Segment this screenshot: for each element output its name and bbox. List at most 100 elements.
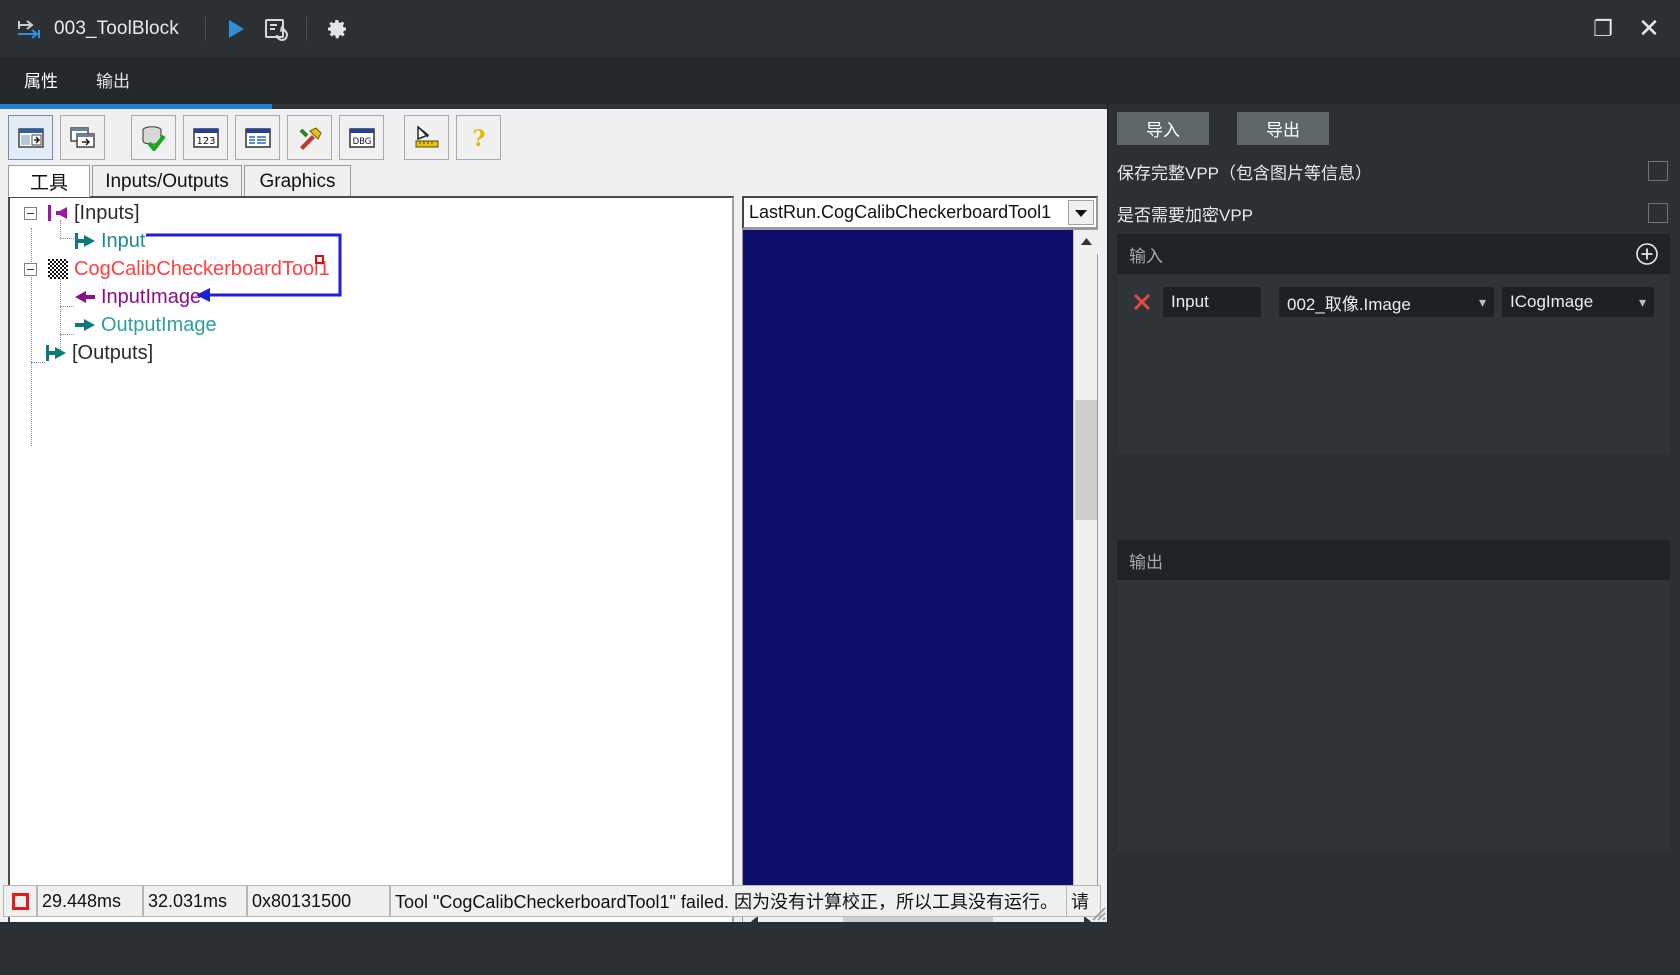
chevron-down-icon[interactable] [1068,200,1094,225]
dbg-icon[interactable]: DBG [339,115,384,160]
x-remove-icon[interactable] [1127,287,1157,317]
export-button[interactable]: 导出 [1237,112,1329,145]
arrow-left-magenta-icon [48,205,67,221]
output-section-title: 输出 [1129,552,1163,572]
arrow-right-teal-icon [75,233,95,249]
status-error-code: 0x80131500 [247,885,390,917]
tree-label-inputs: [Inputs] [74,201,140,224]
run-once-icon[interactable] [256,9,296,49]
input-section-body: Input 002_取像.Image ▾ ICogImage ▾ [1117,274,1670,454]
tree-line-h3 [60,306,74,307]
question-icon[interactable]: ? [456,115,501,160]
classic-pane: 123 DBG ? 工具 Inputs/Outputs Graphics [In… [0,104,1108,922]
window-title: 003_ToolBlock [54,17,179,39]
image-canvas-wrap [742,229,1099,922]
input-name-field[interactable]: Input [1163,287,1261,317]
classic-toolbar: 123 DBG ? [0,109,1107,165]
tree-line-h4 [60,334,74,335]
tree-label-input: Input [101,229,146,252]
status-message: Tool "CogCalibCheckerboardTool1" failed.… [390,885,1067,917]
ctab-graphics[interactable]: Graphics [244,165,351,197]
option-label-save-full-vpp: 保存完整VPP（包含图片等信息） [1117,163,1373,183]
scroll-up-icon[interactable] [1074,230,1098,254]
window-controls: ❐ ✕ [1580,8,1680,50]
toolblock-icon [12,12,46,46]
db-check-icon[interactable] [131,115,176,160]
checkerboard-icon [48,259,68,279]
arrow-right-teal-icon [46,345,66,361]
tree-label-tool: CogCalibCheckerboardTool1 [74,257,330,280]
ctab-inputs-outputs[interactable]: Inputs/Outputs [92,165,242,197]
hammer-wrench-icon[interactable] [287,115,332,160]
tab-output[interactable]: 输出 [82,67,144,104]
image-source-combo[interactable]: LastRun.CogCalibCheckerboardTool1 [742,196,1098,229]
tool-tree[interactable]: [Inputs] Input CogCalibCheckerboardTool1… [8,196,734,922]
tree-label-inputimage: InputImage [101,285,202,308]
svg-text:123: 123 [196,136,215,147]
expander-inputs-icon[interactable] [24,206,37,220]
vertical-scroll-thumb[interactable] [1075,400,1097,520]
toolbar-divider-1 [204,16,206,41]
option-row-encrypt-vpp[interactable]: 是否需要加密VPP [1109,196,1680,230]
image-display-frame: LastRun.CogCalibCheckerboardTool1 [742,196,1099,922]
panel-copy-icon[interactable] [60,115,105,160]
tool-error-marker [315,255,324,264]
svg-text:?: ? [472,126,485,151]
vertical-scrollbar[interactable] [1073,230,1098,910]
red-square-stop-icon [11,892,29,910]
tree-node-input[interactable]: Input [74,226,145,256]
status-time-2: 32.031ms [143,885,247,917]
run-play-icon[interactable] [216,9,256,49]
chevron-down-icon: ▾ [1638,293,1646,310]
tool-tree-inner: [Inputs] Input CogCalibCheckerboardTool1… [10,198,732,922]
status-result-indicator [3,885,37,917]
output-section-header: 输出 [1117,540,1670,580]
ruler-icon[interactable] [404,115,449,160]
input-source-value: 002_取像.Image [1287,294,1411,314]
input-section-header: 输入 [1117,234,1670,274]
bottom-strip [0,922,1680,975]
arrow-left-purple-icon [75,291,95,303]
import-button[interactable]: 导入 [1117,112,1209,145]
option-label-encrypt-vpp: 是否需要加密VPP [1117,205,1254,225]
panel-split-icon[interactable] [8,115,53,160]
tree-node-cogcalibcheckerboardtool1[interactable]: CogCalibCheckerboardTool1 [24,254,330,284]
tree-node-inputimage[interactable]: InputImage [74,282,201,312]
restore-button[interactable]: ❐ [1580,8,1626,50]
right-panel: 导入 导出 保存完整VPP（包含图片等信息） 是否需要加密VPP 输入 Inpu… [1109,104,1680,922]
toolbar-divider-2 [305,16,307,41]
checkbox-encrypt-vpp[interactable] [1648,203,1668,223]
resize-grip-icon[interactable] [1089,904,1107,922]
tree-node-outputs[interactable]: [Outputs] [45,338,153,368]
tab-properties[interactable]: 属性 [10,67,72,104]
gear-icon[interactable] [317,9,357,49]
plus-circle-icon[interactable] [1636,243,1658,265]
close-button[interactable]: ✕ [1626,8,1672,50]
chevron-down-icon: ▾ [1478,293,1486,310]
arrow-right-teal-icon [75,319,95,331]
input-source-select[interactable]: 002_取像.Image ▾ [1279,287,1494,317]
123-icon[interactable]: 123 [183,115,228,160]
ctab-tools[interactable]: 工具 [8,165,90,197]
checkbox-save-full-vpp[interactable] [1648,161,1668,181]
classic-tabs: 工具 Inputs/Outputs Graphics [8,165,1098,197]
input-type-value: ICogImage [1510,292,1594,311]
input-type-select[interactable]: ICogImage ▾ [1502,287,1654,317]
image-canvas[interactable] [743,230,1073,910]
title-bar: 003_ToolBlock ❐ ✕ [0,0,1680,57]
tree-node-outputimage[interactable]: OutputImage [74,310,217,340]
output-section-body [1117,580,1670,852]
title-bar-left: 003_ToolBlock [0,9,357,49]
status-time-1: 29.448ms [37,885,143,917]
tree-label-outputs: [Outputs] [72,341,154,364]
tree-line-h5 [31,362,45,363]
svg-text:DBG: DBG [352,137,371,147]
expander-tool-icon[interactable] [24,262,37,276]
option-row-save-full-vpp[interactable]: 保存完整VPP（包含图片等信息） [1109,154,1680,188]
list-icon[interactable] [235,115,280,160]
status-bar: 29.448ms 32.031ms 0x80131500 Tool "CogCa… [3,885,1101,917]
tree-node-inputs[interactable]: [Inputs] [24,198,140,228]
tab-strip: 属性 输出 [0,57,1680,104]
image-source-value: LastRun.CogCalibCheckerboardTool1 [749,202,1052,222]
input-row-0: Input 002_取像.Image ▾ ICogImage ▾ [1127,284,1654,320]
